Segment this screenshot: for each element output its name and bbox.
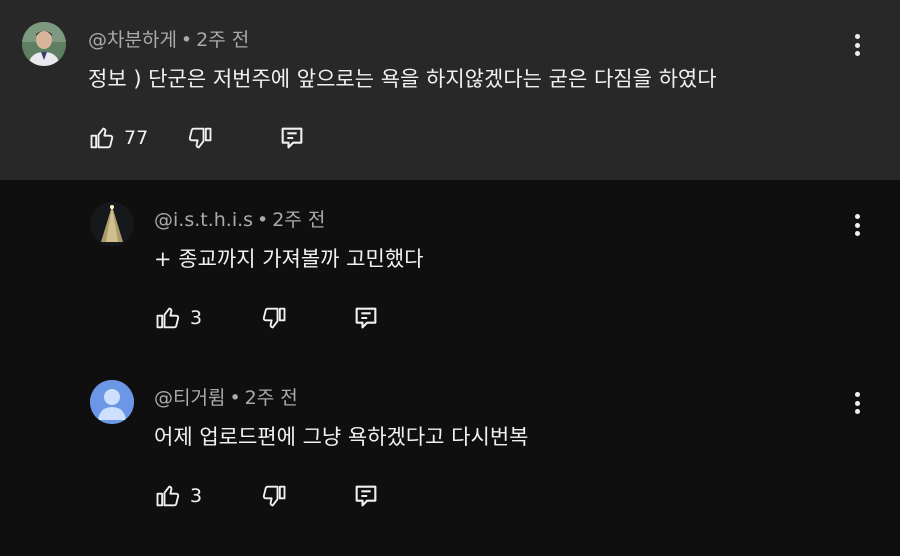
comment-meta: @i.s.t.h.i.s • 2주 전 (154, 205, 325, 232)
like-icon (90, 127, 114, 149)
timestamp[interactable]: 2주 전 (245, 387, 298, 409)
like-button[interactable]: 77 (88, 124, 148, 152)
comment-text: + 종교까지 가져볼까 고민했다 (154, 247, 424, 271)
avatar[interactable] (90, 202, 134, 246)
author-handle[interactable]: @i.s.t.h.i.s (154, 209, 253, 231)
reply-button[interactable] (352, 304, 380, 332)
comment-actions: 3 (154, 301, 380, 335)
comment-text: 어제 업로드편에 그냥 욕하겠다고 다시번복 (154, 425, 529, 449)
dislike-icon (189, 127, 212, 149)
like-button[interactable]: 3 (154, 482, 202, 510)
reply-comment: @i.s.t.h.i.s • 2주 전 + 종교까지 가져볼까 고민했다 3 (0, 180, 900, 358)
like-count: 3 (190, 307, 203, 329)
like-count: 3 (190, 485, 203, 507)
like-count: 77 (124, 127, 149, 149)
timestamp[interactable]: 2주 전 (196, 29, 249, 51)
dislike-button[interactable] (260, 304, 288, 332)
timestamp[interactable]: 2주 전 (272, 209, 325, 231)
reply-icon (355, 485, 377, 507)
separator-dot: • (229, 387, 241, 409)
comment-actions: 77 (88, 121, 306, 155)
reply-comment: @티거륌 • 2주 전 어제 업로드편에 그냥 욕하겠다고 다시번복 3 (0, 358, 900, 556)
reply-button[interactable] (278, 124, 306, 152)
dislike-icon (262, 307, 286, 329)
more-vert-icon (854, 392, 860, 397)
separator-dot: • (257, 209, 269, 231)
author-handle[interactable]: @차분하게 (88, 29, 177, 51)
more-vert-icon (854, 34, 860, 39)
comment-meta: @티거륌 • 2주 전 (154, 383, 298, 410)
comment-actions: 3 (154, 479, 380, 513)
dislike-button[interactable] (186, 124, 214, 152)
more-actions-button[interactable] (852, 390, 862, 416)
more-vert-icon (854, 214, 860, 219)
author-handle[interactable]: @티거륌 (154, 387, 225, 409)
avatar[interactable] (90, 380, 134, 424)
reply-icon (355, 307, 377, 329)
comment-meta: @차분하게 • 2주 전 (88, 25, 249, 52)
like-button[interactable]: 3 (154, 304, 202, 332)
top-comment: @차분하게 • 2주 전 정보 ) 단군은 저번주에 앞으로는 욕을 하지않겠다는 … (0, 0, 900, 180)
more-actions-button[interactable] (852, 212, 862, 238)
like-icon (156, 485, 180, 507)
dislike-icon (262, 485, 286, 507)
comment-text: 정보 ) 단군은 저번주에 앞으로는 욕을 하지않겠다는 굳은 다짐을 하였다 (88, 67, 717, 91)
user-photo-avatar-icon (22, 22, 66, 66)
dislike-button[interactable] (260, 482, 288, 510)
more-actions-button[interactable] (852, 32, 862, 58)
like-icon (156, 307, 180, 329)
reply-icon (281, 127, 303, 149)
separator-dot: • (180, 29, 193, 51)
avatar[interactable] (22, 22, 66, 66)
default-person-avatar-icon (90, 380, 134, 424)
christmas-tree-avatar-icon (90, 202, 134, 246)
reply-button[interactable] (352, 482, 380, 510)
